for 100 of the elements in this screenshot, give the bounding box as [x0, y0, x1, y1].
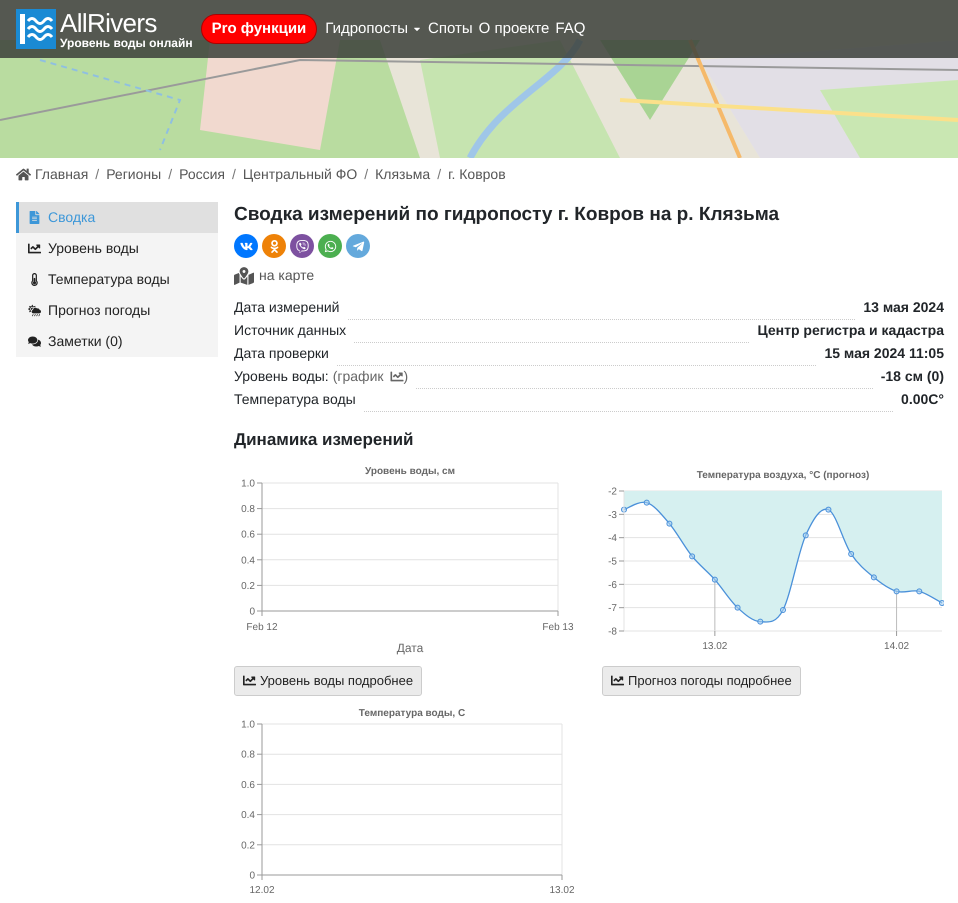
map-marker-icon [234, 266, 254, 284]
odnoklassniki-icon [268, 240, 280, 252]
nav-dropdown[interactable]: Гидропосты [325, 18, 422, 40]
chart-title: Температура воздуха, °C (прогноз) [696, 470, 870, 480]
breadcrumb-link[interactable]: Россия [179, 164, 226, 185]
data-point [825, 506, 832, 512]
y-tick-label: 1.0 [241, 719, 255, 730]
y-tick-label: -7 [608, 602, 617, 614]
y-tick-label: -5 [608, 556, 617, 567]
map-link[interactable]: на карте [234, 265, 314, 286]
y-tick-label: 0 [249, 870, 255, 881]
data-point [939, 600, 944, 606]
x-tick-label: Feb 12 [246, 622, 278, 632]
breadcrumb-separator: / [95, 165, 100, 184]
x-tick-label: 14.02 [884, 640, 910, 652]
line-chart-icon [28, 242, 41, 255]
data-point [621, 506, 627, 512]
x-tick-label: Feb 13 [542, 622, 574, 632]
axis-title: Дата [396, 640, 424, 654]
nav-link[interactable]: FAQ [555, 18, 586, 40]
brand-name[interactable]: AllRivers [60, 10, 193, 36]
section-title: Динамика измерений [234, 429, 415, 451]
y-tick-label: 0.2 [241, 580, 255, 592]
y-tick-label: 0.4 [241, 554, 255, 566]
y-tick-label: 0.4 [241, 810, 255, 821]
data-point [870, 574, 877, 580]
sidebar-item[interactable]: Уровень воды [16, 233, 218, 264]
y-tick-label: 0.8 [241, 504, 255, 515]
data-point [712, 576, 718, 582]
line-chart-icon [243, 674, 256, 687]
page-title: Сводка измерений по гидропосту г. Ковров на р. Клязьма [234, 203, 780, 227]
detail-label: Дата измерений [234, 298, 340, 317]
y-tick-label: -2 [608, 486, 617, 497]
y-tick-label: -8 [608, 626, 617, 637]
y-tick-label: 1.0 [241, 478, 255, 489]
share-button[interactable] [262, 234, 286, 258]
breadcrumb-separator: / [232, 165, 236, 184]
home-icon [16, 167, 31, 182]
y-tick-label: -4 [608, 532, 617, 544]
pro-features-link[interactable]: Pro функции [200, 14, 318, 44]
chart-title: Уровень воды, см [365, 466, 455, 476]
phone-icon [296, 240, 308, 252]
breadcrumb-link[interactable]: Клязьма [375, 164, 430, 185]
data-point [894, 588, 900, 594]
y-tick-label: 0.2 [241, 840, 255, 851]
detail-label: Дата проверки [234, 344, 329, 363]
share-button[interactable] [234, 234, 258, 258]
y-tick-label: 0.6 [241, 529, 255, 540]
y-tick-label: 0.6 [241, 779, 255, 790]
line-chart-icon [390, 370, 404, 383]
data-point [666, 520, 672, 526]
cloud-sun-rain-icon [28, 304, 41, 317]
detail-value: 13 мая 2024 [863, 298, 944, 317]
logo-icon[interactable] [16, 9, 56, 49]
paper-plane-icon [352, 240, 364, 252]
detail-value: -18 см (0) [880, 367, 944, 386]
data-point [802, 532, 809, 538]
sidebar-item[interactable]: Прогноз погоды [16, 295, 218, 326]
chart-link-bracket: ) [404, 367, 408, 386]
whatsapp-icon [324, 240, 336, 252]
data-point [916, 588, 922, 594]
breadcrumb-link[interactable]: Центральный ФО [242, 164, 358, 185]
line-chart-icon [611, 674, 624, 687]
details-button[interactable]: Прогноз погоды подробнее [602, 666, 801, 696]
document-icon [28, 211, 41, 224]
y-tick-label: 0.8 [241, 749, 255, 760]
breadcrumb-link[interactable]: г. Ковров [448, 164, 506, 185]
share-button[interactable] [290, 234, 314, 258]
breadcrumb-separator: / [168, 165, 172, 184]
chart-link[interactable]: (график [332, 366, 404, 387]
share-button[interactable] [346, 234, 370, 258]
y-tick-label: 0 [249, 606, 255, 617]
nav-link[interactable]: Споты [428, 18, 473, 40]
x-tick-label: 13.02 [549, 884, 574, 896]
data-point [780, 606, 786, 612]
data-point [644, 499, 650, 506]
nav-link[interactable]: О проекте [478, 18, 550, 40]
x-tick-label: 12.02 [249, 884, 275, 896]
detail-value: Центр регистра и кадастра [757, 321, 944, 340]
breadcrumb-separator: / [437, 165, 442, 184]
y-tick-label: -3 [608, 509, 617, 520]
detail-value: 0.00C° [901, 390, 944, 409]
x-tick-label: 13.02 [702, 640, 728, 652]
speech-bubbles-icon [28, 335, 41, 348]
chart-title: Температура воды, С [358, 708, 466, 718]
breadcrumb-link[interactable]: Регионы [106, 164, 162, 185]
detail-label: Температура воды [234, 390, 356, 409]
sidebar-item[interactable]: Температура воды [16, 264, 218, 295]
brand-tagline: Уровень воды онлайн [60, 36, 193, 48]
data-point [689, 552, 696, 559]
detail-label: Уровень воды: [234, 367, 329, 386]
data-point [848, 550, 854, 556]
share-button[interactable] [318, 234, 342, 258]
detail-value: 15 мая 2024 11:05 [824, 344, 944, 363]
data-point [734, 604, 741, 610]
breadcrumb-link[interactable]: Главная [35, 164, 88, 185]
sidebar-item[interactable]: Заметки (0) [16, 326, 218, 357]
y-tick-label: -6 [608, 579, 617, 590]
data-point [757, 618, 764, 624]
details-button[interactable]: Уровень воды подробнее [234, 666, 422, 696]
